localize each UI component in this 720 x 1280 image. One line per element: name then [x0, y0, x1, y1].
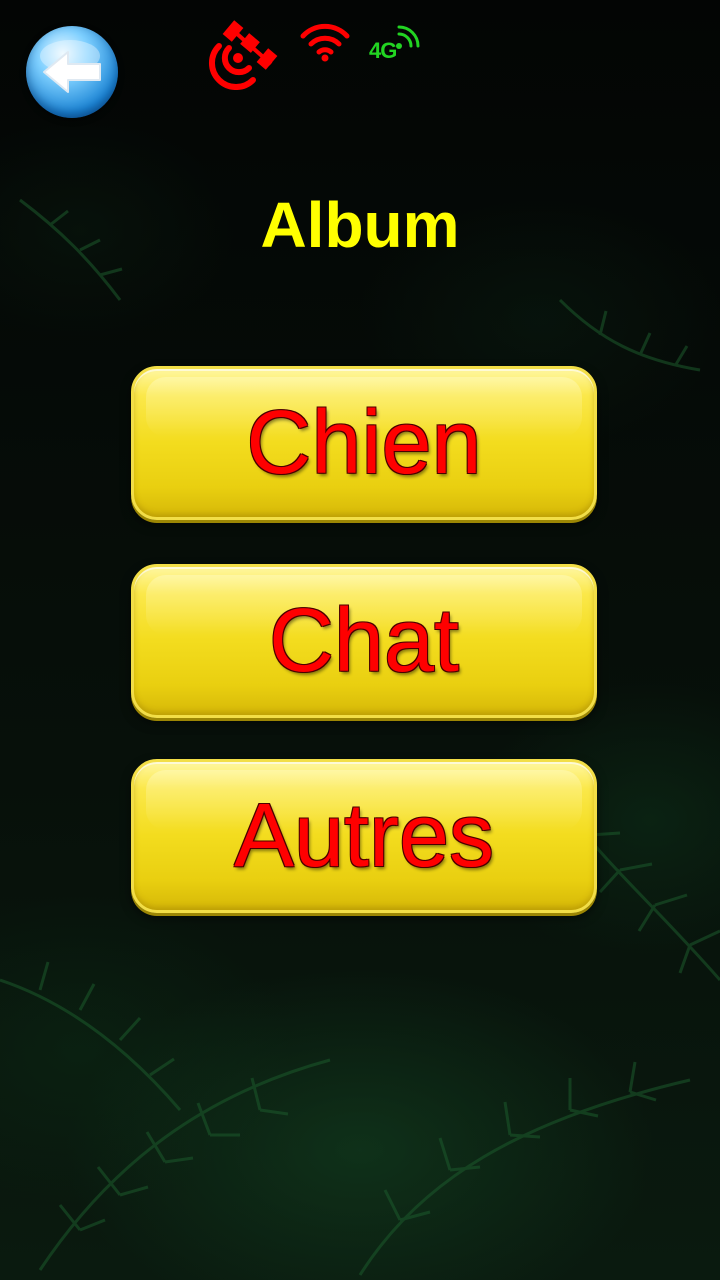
wifi-icon	[299, 22, 351, 62]
chat-button-label: Chat	[268, 590, 460, 691]
status-bar: 4G	[205, 18, 435, 98]
chat-button[interactable]: Chat	[131, 564, 597, 718]
autres-button-label: Autres	[233, 785, 495, 886]
back-arrow-icon	[40, 40, 101, 93]
back-button[interactable]	[26, 26, 118, 118]
chien-button-label: Chien	[246, 392, 482, 493]
satellite-icon	[205, 18, 289, 91]
page-title: Album	[260, 189, 460, 261]
autres-button[interactable]: Autres	[131, 759, 597, 913]
network-4g-icon: 4G	[365, 22, 425, 63]
chien-button[interactable]: Chien	[131, 366, 597, 520]
